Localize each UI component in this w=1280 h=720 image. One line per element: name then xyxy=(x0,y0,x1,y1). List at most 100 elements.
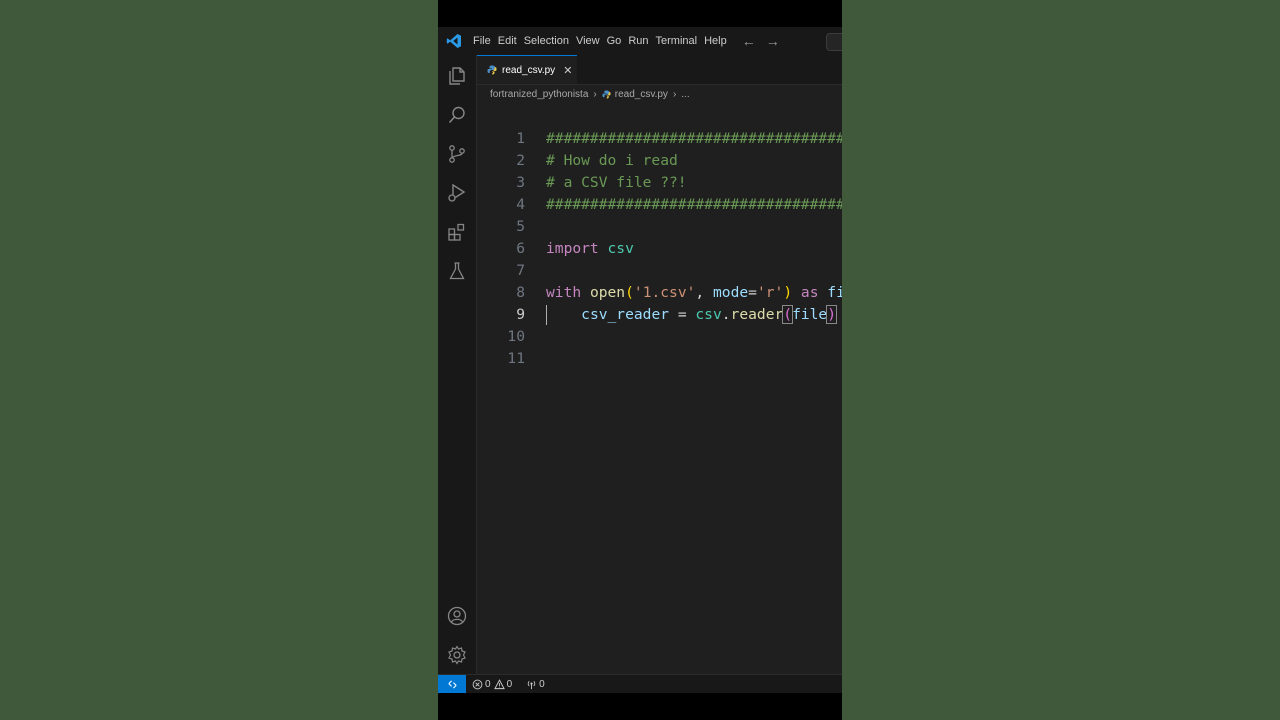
ports-indicator[interactable]: 0 xyxy=(526,679,545,690)
code-token: 'r' xyxy=(756,284,784,301)
menu-item-selection[interactable]: Selection xyxy=(524,35,576,47)
code-token: file xyxy=(792,306,828,323)
code-line[interactable]: 4 #######################################… xyxy=(477,194,842,216)
line-number: 8 xyxy=(516,284,525,301)
line-number: 1 xyxy=(516,130,525,147)
search-icon[interactable] xyxy=(446,104,468,126)
line-number: 9 xyxy=(516,306,525,323)
menu-item-file[interactable]: File xyxy=(473,35,498,47)
code-line[interactable]: 1 #######################################… xyxy=(477,128,842,150)
breadcrumb-file[interactable]: read_csv.py xyxy=(615,89,668,100)
code-token: ) xyxy=(783,284,793,301)
code-token: open xyxy=(589,284,626,301)
line-number: 11 xyxy=(507,350,525,367)
activity-bar xyxy=(438,55,477,674)
code-token: csv xyxy=(607,240,634,257)
code-line[interactable]: 11 xyxy=(477,348,842,370)
code-token: # a CSV file ??! xyxy=(546,174,687,191)
error-count: 0 xyxy=(485,679,491,690)
source-control-icon[interactable] xyxy=(446,143,468,165)
python-file-icon xyxy=(602,89,611,99)
title-bar: File Edit Selection View Go Run Terminal Help ←… xyxy=(438,27,842,55)
ports-count: 0 xyxy=(539,679,545,690)
code-text: import csv xyxy=(546,238,634,260)
line-number: 3 xyxy=(516,174,525,191)
background-left xyxy=(0,0,438,720)
line-number: 2 xyxy=(516,152,525,169)
breadcrumb-more[interactable]: ... xyxy=(681,89,689,100)
error-icon xyxy=(472,679,483,690)
broadcast-icon xyxy=(527,680,536,690)
code-token: '1.csv' xyxy=(633,284,696,301)
line-number: 5 xyxy=(516,218,525,235)
menu-item-run[interactable]: Run xyxy=(628,35,655,47)
forward-arrow-icon[interactable]: → xyxy=(766,33,780,49)
code-token: ( xyxy=(625,284,634,301)
accounts-icon[interactable] xyxy=(446,605,468,627)
code-token: # How do i read xyxy=(546,152,678,169)
code-line[interactable]: 10 xyxy=(477,326,842,348)
menu-item-edit[interactable]: Edit xyxy=(498,35,524,47)
code-line[interactable]: 2 # How do i read xyxy=(477,150,842,172)
explorer-icon[interactable] xyxy=(446,65,468,87)
code-token: file xyxy=(827,284,842,301)
menu-item-view[interactable]: View xyxy=(576,35,607,47)
code-token: as xyxy=(800,284,819,301)
gear-icon[interactable] xyxy=(446,644,468,666)
line-number: 6 xyxy=(516,240,525,257)
code-token: ########################################… xyxy=(546,130,842,147)
warning-count: 0 xyxy=(506,679,513,690)
problems-indicator[interactable]: 0 0 xyxy=(472,679,512,690)
command-center-search[interactable] xyxy=(826,33,842,51)
code-token: ) xyxy=(826,305,837,324)
code-token: = xyxy=(748,284,757,301)
code-text: # a CSV file ??! xyxy=(546,172,687,194)
vscode-logo-icon xyxy=(446,34,461,48)
vscode-window: File Edit Selection View Go Run Terminal Help ←… xyxy=(438,27,842,693)
testing-flask-icon[interactable] xyxy=(446,260,468,282)
warning-icon xyxy=(493,679,505,690)
code-token: , xyxy=(695,284,713,301)
extensions-icon[interactable] xyxy=(446,221,468,243)
code-line[interactable]: 9 csv_reader = csv.reader(file) xyxy=(477,304,842,326)
breadcrumb: fortranized_pythonista › read_csv.py › .… xyxy=(490,85,690,103)
line-number: 7 xyxy=(516,262,525,279)
status-bar: 0 0 0 xyxy=(438,674,842,693)
code-line[interactable]: 8 with open('1.csv', mode='r') as file: xyxy=(477,282,842,304)
tab-read-csv[interactable]: read_csv.py ✕ xyxy=(477,55,577,84)
menu-item-go[interactable]: Go xyxy=(607,35,629,47)
back-arrow-icon[interactable]: ← xyxy=(742,33,756,49)
line-number: 4 xyxy=(516,196,525,213)
code-line[interactable]: 3 # a CSV file ??! xyxy=(477,172,842,194)
tab-label: read_csv.py xyxy=(502,64,556,76)
code-line[interactable]: 6 import csv xyxy=(477,238,842,260)
code-editor[interactable]: 1 #######################################… xyxy=(477,103,842,674)
code-text: with open('1.csv', mode='r') as file: xyxy=(546,282,842,304)
code-token: import xyxy=(546,240,599,257)
close-icon[interactable]: ✕ xyxy=(563,64,572,77)
background-right xyxy=(842,0,1280,720)
remote-indicator-icon[interactable] xyxy=(438,675,466,693)
run-debug-icon[interactable] xyxy=(446,182,468,204)
menu-item-help[interactable]: Help xyxy=(704,35,734,47)
menu-item-terminal[interactable]: Terminal xyxy=(656,35,705,47)
breadcrumb-folder[interactable]: fortranized_pythonista xyxy=(490,89,588,100)
code-line[interactable]: 5 xyxy=(477,216,842,238)
code-token: ########################################… xyxy=(546,196,842,213)
code-text: # How do i read xyxy=(546,150,678,172)
code-token: csv xyxy=(695,306,722,323)
code-token: . xyxy=(721,306,731,323)
chevron-right-icon: › xyxy=(672,88,677,100)
code-text: csv_reader = csv.reader(file) xyxy=(546,304,837,326)
code-token: ( xyxy=(782,305,794,324)
code-token: with xyxy=(546,284,582,301)
menu-bar: File Edit Selection View Go Run Terminal Help xyxy=(473,35,734,47)
code-line[interactable]: 7 xyxy=(477,260,842,282)
code-token: = xyxy=(669,306,696,323)
code-token: reader xyxy=(730,306,784,323)
